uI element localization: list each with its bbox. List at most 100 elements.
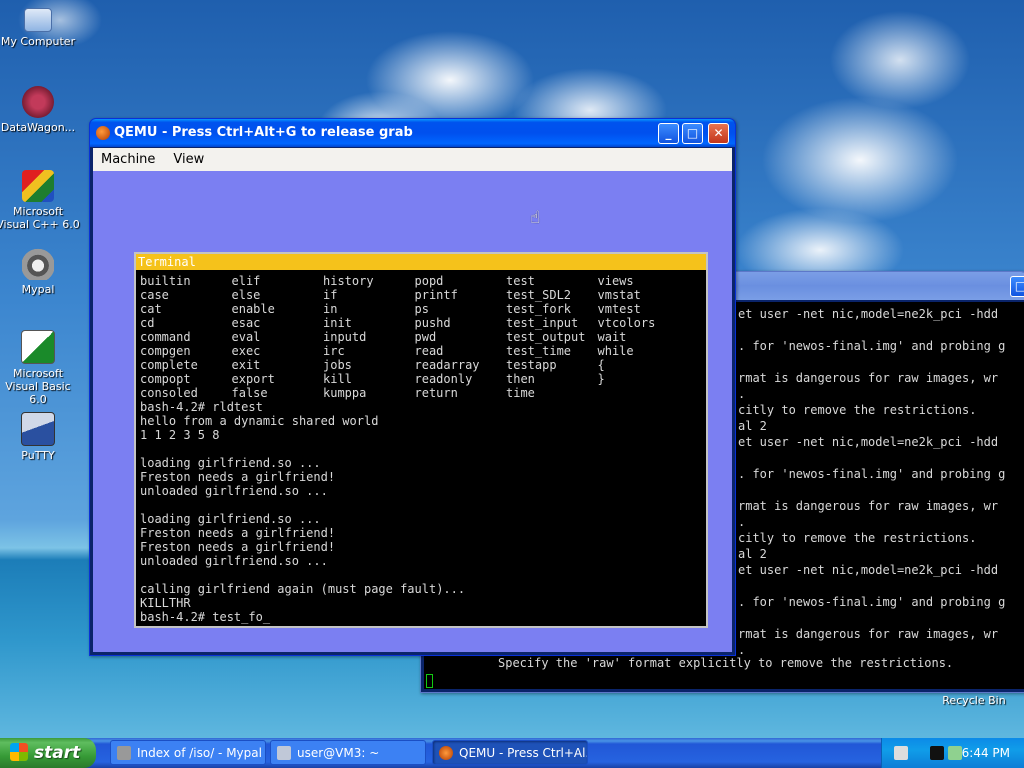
terminal-output-line: loading girlfriend.so ... (140, 512, 321, 526)
terminal-output-line: calling girlfriend again (must page faul… (140, 582, 466, 596)
guest-terminal-window[interactable]: Terminal builtin case cat cd command compgen c… (134, 252, 708, 628)
command-name: test_input (506, 316, 579, 330)
background-terminal-last-line: Specify the 'raw' format explicitly to r… (498, 656, 954, 670)
maximize-button[interactable]: □ (1010, 276, 1024, 297)
terminal-output-line: unloaded girlfriend.so ... (140, 484, 328, 498)
command-name: builtin (140, 274, 191, 288)
command-name: vmstat (597, 288, 641, 302)
command-name: complete (140, 358, 198, 372)
command-name: exec (231, 344, 261, 358)
desktop-icon-my-computer[interactable]: My Computer (0, 4, 80, 48)
background-terminal-line (738, 322, 1005, 338)
desktop-icon-recycle-bin[interactable]: Recycle Bin (932, 694, 1016, 707)
terminal-output-line: 1 1 2 3 5 8 (140, 428, 220, 442)
command-name: test (506, 274, 535, 288)
command-name: cat (140, 302, 162, 316)
command-name: popd (414, 274, 444, 288)
terminal-output-line: Freston needs a girlfriend! (140, 470, 336, 484)
command-name: views (597, 274, 634, 288)
command-name: while (597, 344, 634, 358)
hand-pointer-icon: ☝ (530, 208, 541, 228)
command-name: eval (231, 330, 261, 344)
terminal-output-line: loading girlfriend.so ... (140, 456, 321, 470)
background-terminal-line: al 2 (738, 419, 767, 433)
visual-basic-icon (21, 330, 55, 364)
guest-terminal-title: Terminal (136, 254, 706, 270)
close-button[interactable]: ✕ (708, 123, 729, 144)
x-server-icon[interactable] (930, 746, 944, 760)
desktop-icon-putty[interactable]: PuTTY (0, 412, 80, 462)
start-button[interactable]: start (0, 738, 96, 768)
command-name: cd (140, 316, 155, 330)
network-icon[interactable] (948, 746, 962, 760)
command-name: if (323, 288, 338, 302)
qemu-app-icon (96, 126, 110, 140)
desktop-icon-label: My Computer (0, 35, 76, 48)
command-name: kill (323, 372, 352, 386)
background-terminal-line: rmat is dangerous for raw images, wr (738, 371, 999, 385)
desktop-icon-datawagon[interactable]: DataWagon... (0, 86, 80, 134)
guest-terminal-body[interactable]: builtin case cat cd command compgen complete co… (140, 274, 704, 624)
putty-icon (277, 746, 291, 760)
command-name: printf (414, 288, 458, 302)
maximize-button[interactable]: □ (682, 123, 703, 144)
background-terminal-line (738, 482, 1005, 498)
command-name: consoled (140, 386, 198, 400)
terminal-output-line: bash-4.2# rldtest (140, 400, 263, 414)
background-terminal-line: et user -net nic,model=ne2k_pci -hdd (738, 307, 999, 321)
background-terminal-line: . (738, 387, 746, 401)
background-terminal-line: et user -net nic,model=ne2k_pci -hdd (738, 435, 999, 449)
windows-flag-icon (10, 743, 28, 761)
taskbar-item-qemu[interactable]: QEMU - Press Ctrl+Al... (432, 740, 588, 765)
background-terminal-line: . for 'newos-final.img' and probing g (738, 467, 1006, 481)
background-terminal-line: rmat is dangerous for raw images, wr (738, 627, 999, 641)
command-name: read (414, 344, 444, 358)
terminal-output-line: bash-4.2# test_fo_ (140, 610, 271, 624)
command-column: views vmstat vmtest vtcolors wait while{} (598, 274, 690, 400)
desktop-icon-mypal[interactable]: Mypal (0, 248, 80, 296)
desktop-icon-label: DataWagon... (0, 121, 76, 134)
command-name: ps (414, 302, 429, 316)
qemu-menubar: Machine View (93, 148, 732, 171)
command-name: test_time (506, 344, 572, 358)
qemu-titlebar[interactable]: QEMU - Press Ctrl+Alt+G to release grab … (90, 119, 735, 147)
computer-icon (24, 8, 52, 32)
command-name: else (231, 288, 261, 302)
terminal-output: bash-4.2# rldtest hello from a dynamic sh… (140, 400, 465, 624)
window-title: QEMU - Press Ctrl+Alt+G to release grab (114, 125, 413, 140)
command-name: inputd (323, 330, 367, 344)
qemu-guest-screen[interactable]: ☝ Terminal builtin case cat cd command compge… (93, 171, 732, 652)
taskbar-item-mypal[interactable]: Index of /iso/ - Mypal (110, 740, 266, 765)
qemu-window[interactable]: QEMU - Press Ctrl+Alt+G to release grab … (89, 118, 736, 656)
command-column: elif else enable esac eval exec exit export fals… (232, 274, 324, 400)
command-name: test_output (506, 330, 586, 344)
background-terminal-line (738, 578, 1005, 594)
command-name: command (140, 330, 191, 344)
desktop-icon-visual-cpp[interactable]: Microsoft Visual C++ 6.0 (0, 170, 80, 231)
command-name: then (506, 372, 535, 386)
command-name: return (414, 386, 458, 400)
minimize-button[interactable]: _ (658, 123, 679, 144)
mypal-raccoon-icon (22, 248, 54, 280)
visual-cpp-icon (22, 170, 54, 202)
keyboard-icon[interactable] (894, 746, 908, 760)
command-name: esac (231, 316, 261, 330)
command-name: enable (231, 302, 275, 316)
taskbar-item-putty[interactable]: user@VM3: ~ (270, 740, 426, 765)
background-terminal-line: . for 'newos-final.img' and probing g (738, 595, 1006, 609)
menu-machine[interactable]: Machine (101, 152, 155, 167)
command-name: testapp (506, 358, 557, 372)
command-name: vmtest (597, 302, 641, 316)
qemu-icon (439, 746, 453, 760)
command-column: history if in init inputd irc jobs kill kumppa (323, 274, 415, 400)
command-name (598, 386, 690, 400)
putty-icon (21, 412, 55, 446)
command-name: export (231, 372, 275, 386)
menu-view[interactable]: View (173, 152, 204, 167)
taskbar-item-label: QEMU - Press Ctrl+Al... (459, 746, 588, 760)
desktop-icon-visual-basic[interactable]: Microsoft Visual Basic 6.0 (0, 330, 80, 406)
command-name: compopt (140, 372, 191, 386)
background-terminal-lines: et user -net nic,model=ne2k_pci -hdd . fo… (738, 306, 1005, 658)
